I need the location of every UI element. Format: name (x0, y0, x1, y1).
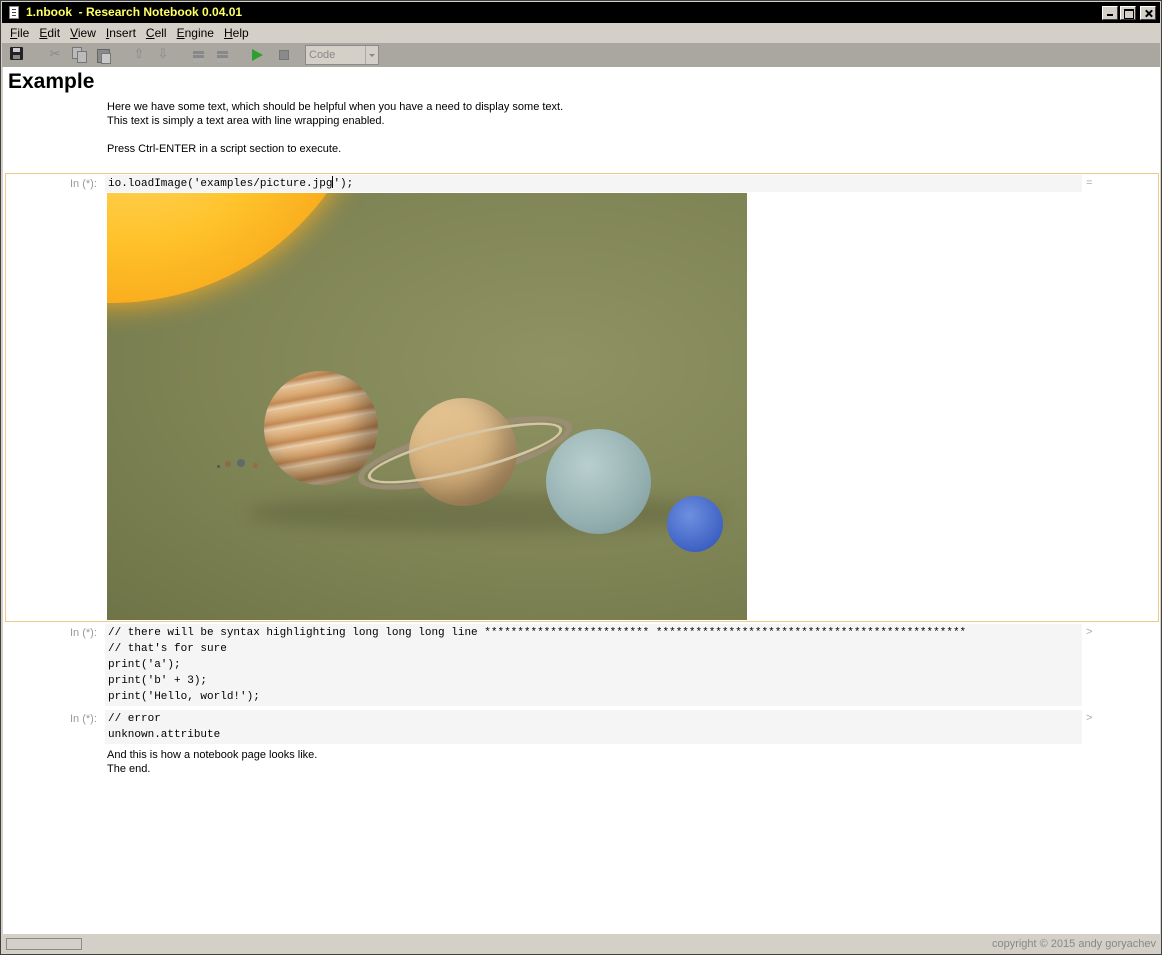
cell-type-value: Code (309, 49, 336, 61)
menu-edit[interactable]: Edit (39, 26, 60, 40)
title-bar[interactable]: 1.nbook - Research Notebook 0.04.01 (2, 2, 1160, 23)
cell-prompt: In (*): (70, 713, 97, 725)
chevron-down-icon[interactable] (365, 46, 378, 64)
cell-status-marker: > (1086, 712, 1093, 724)
status-bar: copyright © 2015 andy goryachev (2, 934, 1160, 954)
code-cell-2-text[interactable]: // there will be syntax highlighting lon… (108, 625, 966, 705)
stop-icon[interactable] (279, 50, 289, 60)
menu-help[interactable]: Help (224, 26, 249, 40)
cell-prompt: In (*): (70, 627, 97, 639)
cell-status-marker: = (1086, 177, 1093, 189)
cell-up-icon[interactable] (191, 47, 207, 63)
uranus-image-part (546, 429, 651, 534)
menu-engine[interactable]: Engine (177, 26, 214, 40)
run-icon[interactable] (252, 49, 263, 61)
jupiter-image-part (264, 371, 378, 485)
page-title[interactable]: Example (8, 70, 94, 94)
menu-cell[interactable]: Cell (146, 26, 167, 40)
sun-image-part (107, 193, 377, 303)
close-button[interactable] (1140, 6, 1156, 20)
code-cell-3[interactable] (105, 710, 1082, 744)
minimize-button[interactable] (1102, 6, 1118, 20)
window-title: 1.nbook - Research Notebook 0.04.01 (26, 5, 243, 19)
toolbar: ✂ ⇧ ⇩ Code (2, 43, 1160, 67)
menu-view[interactable]: View (70, 26, 96, 40)
menu-bar: File Edit View Insert Cell Engine Help (2, 23, 1160, 43)
arrow-down-icon[interactable]: ⇩ (155, 47, 171, 63)
menu-insert[interactable]: Insert (106, 26, 136, 40)
cell-type-select[interactable]: Code (305, 45, 379, 65)
progress-bar (6, 938, 82, 950)
cut-icon[interactable]: ✂ (47, 47, 63, 63)
notebook-page[interactable]: Example Here we have some text, which sh… (3, 67, 1160, 934)
window-controls (1102, 6, 1156, 20)
intro-text-cell[interactable]: Here we have some text, which should be … (107, 100, 563, 156)
save-icon[interactable] (10, 47, 23, 60)
document-icon (9, 6, 19, 19)
cell-down-icon[interactable] (215, 47, 231, 63)
cell-status-marker: > (1086, 626, 1093, 638)
closing-text-cell[interactable]: And this is how a notebook page looks li… (107, 748, 317, 776)
arrow-up-icon[interactable]: ⇧ (131, 47, 147, 63)
code-cell-1-text[interactable]: io.loadImage('examples/picture.jpg'); (108, 176, 353, 192)
maximize-button[interactable] (1120, 6, 1136, 20)
app-window: 1.nbook - Research Notebook 0.04.01 File… (0, 0, 1162, 955)
copy-icon[interactable] (72, 47, 88, 63)
output-image-solar-system (107, 193, 747, 620)
menu-file[interactable]: File (10, 26, 29, 40)
cell-prompt: In (*): (70, 178, 97, 190)
neptune-image-part (667, 496, 723, 552)
paste-icon[interactable] (96, 47, 112, 64)
code-cell-3-text[interactable]: // error unknown.attribute (108, 711, 220, 743)
copyright-text: copyright © 2015 andy goryachev (991, 938, 1156, 950)
